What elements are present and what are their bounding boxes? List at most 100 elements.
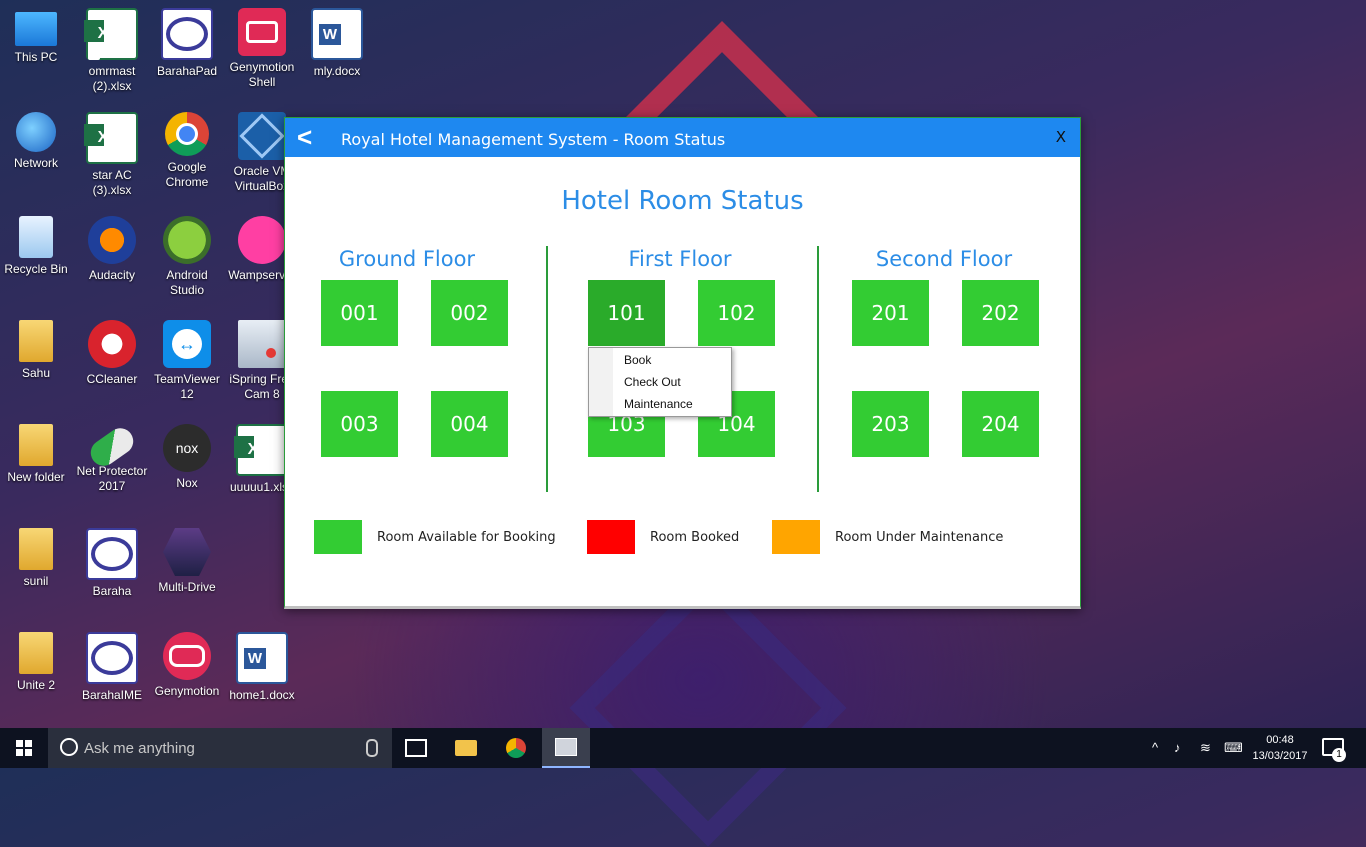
desktop-icon-label: BarahaPad	[156, 64, 218, 78]
desktop-icon-barahapad[interactable]: BarahaPad	[151, 0, 223, 100]
genymotion-shell-icon	[238, 8, 286, 56]
network-globe-icon	[16, 112, 56, 152]
genymotion-icon	[163, 632, 211, 680]
room-003-button[interactable]: 003	[321, 391, 398, 457]
room-004-button[interactable]: 004	[431, 391, 508, 457]
desktop-icon-label: Baraha	[92, 584, 132, 598]
title-bar[interactable]: < Royal Hotel Management System - Room S…	[285, 118, 1080, 157]
desktop-icon-google-chrome[interactable]: Google Chrome	[151, 104, 223, 204]
desktop-icon-baraha[interactable]: Baraha	[76, 520, 148, 620]
notification-count-badge: 1	[1332, 748, 1346, 762]
desktop-icon-label: omrmast (2).xlsx	[88, 64, 136, 93]
desktop-icon-label: Android Studio	[166, 268, 208, 297]
menu-item-maintenance[interactable]: Maintenance	[624, 397, 693, 411]
desktop-icon-genymotion[interactable]: Genymotion	[151, 624, 223, 724]
cortana-circle-icon	[60, 738, 78, 756]
desktop-icon-label: Network	[13, 156, 58, 170]
desktop-icon-label: New folder	[7, 470, 65, 484]
folder-icon	[19, 424, 53, 466]
menu-item-check-out[interactable]: Check Out	[624, 375, 681, 389]
volume-icon[interactable]: ♪	[1174, 740, 1181, 755]
room-201-button[interactable]: 201	[852, 280, 929, 346]
file-explorer-icon	[455, 740, 477, 756]
cortana-search-box[interactable]: Ask me anything	[48, 728, 392, 768]
file-explorer-taskbar-button[interactable]	[442, 728, 490, 768]
desktop-icon-label: Nox	[176, 476, 198, 490]
desktop-icon-mly-docx[interactable]: W mly.docx	[301, 0, 373, 100]
desktop-icon-label: Multi-Drive	[158, 580, 216, 594]
chrome-taskbar-button[interactable]	[492, 728, 540, 768]
desktop-icon-nox[interactable]: nox Nox	[151, 416, 223, 516]
clock-date: 13/03/2017	[1252, 750, 1308, 762]
desktop-icon-label: mly.docx	[313, 64, 361, 78]
desktop-icon-sunil[interactable]: sunil	[0, 520, 72, 620]
desktop-icon-star-ac[interactable]: X star AC (3).xlsx	[76, 104, 148, 204]
floor-title-ground: Ground Floor	[338, 247, 476, 271]
start-button[interactable]	[0, 728, 48, 768]
floor-divider	[546, 246, 548, 492]
room-203-button[interactable]: 203	[852, 391, 929, 457]
page-title: Hotel Room Status	[561, 186, 804, 216]
task-view-button[interactable]	[392, 728, 440, 768]
desktop-icon-audacity[interactable]: Audacity	[76, 208, 148, 308]
desktop-icon-recycle-bin[interactable]: Recycle Bin	[0, 208, 72, 308]
microphone-icon[interactable]	[366, 739, 378, 757]
desktop-icon-this-pc[interactable]: This PC	[0, 0, 72, 100]
desktop-icon-network[interactable]: Network	[0, 104, 72, 204]
desktop-icon-omrmast[interactable]: X omrmast (2).xlsx	[76, 0, 148, 100]
desktop-icon-label: Genymotion Shell	[229, 60, 295, 89]
desktop-icon-label: Google Chrome	[165, 160, 209, 189]
desktop-icon-label: Net Protector 2017	[76, 464, 148, 493]
legend-swatch-maintenance	[772, 520, 820, 554]
desktop-icon-new-folder[interactable]: New folder	[0, 416, 72, 516]
close-button[interactable]: X	[1056, 128, 1066, 146]
excel-file-icon: X	[84, 112, 138, 164]
wifi-icon[interactable]: ≋	[1200, 740, 1211, 756]
desktop-icon-label: BarahaIME	[81, 688, 143, 702]
excel-file-icon: X	[84, 8, 138, 60]
desktop-icon-multi-drive[interactable]: Multi-Drive	[151, 520, 223, 620]
room-101-button[interactable]: 101	[588, 280, 665, 346]
room-102-button[interactable]: 102	[698, 280, 775, 346]
language-icon[interactable]: ⌨	[1224, 740, 1243, 756]
hotel-app-taskbar-button[interactable]	[542, 728, 590, 768]
user-folder-icon	[19, 320, 53, 362]
show-hidden-icons-chevron-icon[interactable]: ^	[1152, 740, 1158, 755]
desktop-icon-unite-2[interactable]: Unite 2	[0, 624, 72, 724]
window-title: Royal Hotel Management System - Room Sta…	[341, 130, 726, 149]
room-202-button[interactable]: 202	[962, 280, 1039, 346]
nox-icon: nox	[163, 424, 211, 472]
desktop-icon-home1[interactable]: W home1.docx	[226, 624, 298, 724]
recycle-bin-icon	[19, 216, 53, 258]
desktop-icon-label: Unite 2	[16, 678, 56, 692]
room-204-button[interactable]: 204	[962, 391, 1039, 457]
menu-item-book[interactable]: Book	[624, 353, 651, 367]
menu-gutter	[589, 348, 613, 416]
desktop-icon-teamviewer[interactable]: ↔ TeamViewer 12	[151, 312, 223, 412]
computer-icon	[15, 12, 57, 46]
desktop-icon-ccleaner[interactable]: CCleaner	[76, 312, 148, 412]
baraha-icon	[86, 528, 138, 580]
desktop-icon-android-studio[interactable]: Android Studio	[151, 208, 223, 308]
desktop-icon-genymotion-shell[interactable]: Genymotion Shell	[226, 0, 298, 100]
desktop-icon-label: Recycle Bin	[4, 262, 68, 276]
legend-label-available: Room Available for Booking	[377, 530, 556, 545]
legend-label-booked: Room Booked	[650, 530, 740, 545]
desktop-icon-barahaime[interactable]: BarahaIME	[76, 624, 148, 724]
ccleaner-icon	[88, 320, 136, 368]
virtualbox-icon	[238, 112, 286, 160]
floor-title-second: Second Floor	[875, 247, 1013, 271]
desktop-icon-label: Sahu	[21, 366, 51, 380]
search-placeholder: Ask me anything	[84, 740, 195, 757]
back-button[interactable]: <	[297, 122, 312, 152]
task-view-icon	[405, 739, 427, 757]
desktop-icon-label: Audacity	[88, 268, 136, 282]
system-clock[interactable]: 00:48 13/03/2017	[1250, 732, 1310, 764]
room-002-button[interactable]: 002	[431, 280, 508, 346]
desktop-icon-label: Genymotion	[154, 684, 220, 698]
desktop-icon-net-protector[interactable]: Net Protector 2017	[76, 416, 148, 516]
chrome-icon	[165, 112, 209, 156]
room-001-button[interactable]: 001	[321, 280, 398, 346]
desktop-icon-label: star AC (3).xlsx	[92, 168, 132, 197]
desktop-icon-sahu[interactable]: Sahu	[0, 312, 72, 412]
